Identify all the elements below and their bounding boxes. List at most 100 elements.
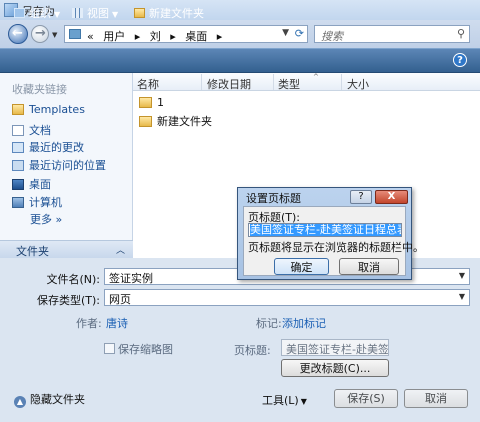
sidebar-item-label: 文档 [29, 124, 51, 137]
chevron-down-icon[interactable]: ▼ [459, 292, 465, 301]
list-item[interactable]: 新建文件夹 [139, 113, 212, 129]
author-value[interactable]: 唐诗 [106, 315, 128, 331]
cancel-button[interactable]: 取消 [404, 389, 468, 408]
address-dropdown-icon[interactable]: ▼ [282, 28, 289, 38]
column-name[interactable]: 名称 [137, 76, 159, 92]
save-label: 保存(S) [347, 392, 385, 405]
dialog-cancel-label: 取消 [358, 261, 380, 274]
favorite-links-header: 收藏夹链接 [12, 83, 67, 96]
sort-indicator-icon: ^ [313, 73, 319, 81]
breadcrumb-liu[interactable]: 刘 [150, 30, 161, 43]
page-title-input[interactable]: 美国签证专栏-赴美签证日程总表实例 [248, 223, 402, 237]
hide-folders-button[interactable]: ▲ 隐藏文件夹 [14, 391, 85, 408]
set-page-title-dialog: 设置页标题 ? X 页标题(T): 美国签证专栏-赴美签证日程总表实例 页标题将… [237, 187, 424, 280]
column-divider[interactable] [273, 74, 274, 90]
sidebar-item-label: 最近的更改 [29, 141, 84, 154]
folders-toggle[interactable]: 文件夹 ︿ [0, 240, 133, 258]
filename-value: 签证实例 [109, 272, 153, 285]
desktop-icon [12, 179, 24, 190]
sidebar-item-label: 桌面 [29, 178, 51, 191]
sidebar-item-label: 最近访问的位置 [29, 159, 106, 172]
help-icon[interactable]: ? [453, 53, 467, 67]
history-dropdown-icon[interactable]: ▼ [52, 31, 57, 39]
ok-label: 确定 [290, 261, 313, 274]
dialog-body: 页标题(T): 美国签证专栏-赴美签证日程总表实例 页标题将显示在浏览器的标题栏… [243, 206, 424, 276]
breadcrumb-desktop[interactable]: 桌面 [185, 30, 207, 43]
page-title-input-value: 美国签证专栏-赴美签证日程总表实例 [250, 224, 401, 236]
back-button[interactable]: ← [8, 24, 28, 44]
more-links[interactable]: 更多 » [30, 211, 62, 227]
sidebar-item-computer[interactable]: 计算机 [12, 194, 62, 210]
save-type-label: 保存类型(T): [36, 294, 100, 307]
search-icon[interactable]: ⚲ [457, 27, 465, 40]
folder-icon [12, 104, 24, 115]
list-item[interactable]: 1 [139, 96, 164, 109]
sidebar-item-label: Templates [29, 103, 85, 116]
chevron-up-icon: ▲ [14, 396, 26, 408]
breadcrumb-sep[interactable]: ▸ [135, 30, 141, 43]
dialog-help-button[interactable]: ? [350, 190, 372, 204]
search-box[interactable]: 搜索 ⚲ [314, 25, 470, 43]
page-title-value: 美国签证专栏-赴美签证 [286, 343, 389, 356]
forward-button[interactable]: → [31, 25, 49, 43]
breadcrumb-users[interactable]: 用户 [103, 30, 125, 43]
page-title-note: 页标题将显示在浏览器的标题栏中。 [248, 241, 424, 254]
command-toolbar [0, 48, 480, 73]
save-type-select[interactable]: 网页 ▼ [104, 289, 470, 306]
back-arrow-icon: ← [12, 26, 23, 41]
save-button[interactable]: 保存(S) [334, 389, 398, 408]
folders-label: 文件夹 [16, 245, 49, 258]
hide-folders-label: 隐藏文件夹 [30, 393, 85, 406]
views-button[interactable]: 视图 ▼ [72, 5, 118, 21]
refresh-icon[interactable]: ⟳ [295, 27, 304, 40]
cancel-label: 取消 [425, 392, 447, 405]
tools-menu[interactable]: 工具(L) ▼ [262, 392, 307, 408]
new-folder-button[interactable]: 新建文件夹 [134, 5, 204, 21]
chevron-up-icon: ︿ [116, 246, 126, 256]
dropdown-arrow-icon: ▼ [112, 10, 119, 19]
folder-icon [139, 97, 152, 108]
dropdown-arrow-icon: ▼ [54, 10, 61, 19]
column-type[interactable]: 类型 [278, 76, 300, 92]
organize-label: 组织 [29, 7, 51, 20]
sidebar-item-templates[interactable]: Templates [12, 103, 85, 116]
breadcrumb: « 用户 ▸ 刘 ▸ 桌面 ▸ [87, 28, 228, 44]
search-placeholder: 搜索 [321, 30, 343, 43]
organize-button[interactable]: 组织 ▼ [14, 5, 60, 21]
dialog-cancel-button[interactable]: 取消 [339, 258, 399, 275]
breadcrumb-sep[interactable]: ▸ [170, 30, 176, 43]
add-tags-link[interactable]: 添加标记 [282, 315, 326, 331]
save-thumbnail-checkbox[interactable] [104, 343, 115, 354]
breadcrumb-overflow[interactable]: « [87, 30, 94, 43]
sidebar-item-desktop[interactable]: 桌面 [12, 176, 51, 192]
list-item-label: 1 [157, 96, 164, 109]
column-divider[interactable] [341, 74, 342, 90]
sidebar-item-documents[interactable]: 文档 [12, 122, 51, 138]
views-label: 视图 [87, 7, 109, 20]
column-header: 名称 ^ 修改日期 类型 大小 [133, 73, 480, 91]
save-thumbnail-label: 保存缩略图 [118, 343, 173, 356]
list-item-label: 新建文件夹 [157, 115, 212, 128]
save-type-value: 网页 [109, 293, 131, 306]
dialog-title: 设置页标题 [246, 192, 301, 205]
address-bar[interactable]: « 用户 ▸ 刘 ▸ 桌面 ▸ ▼ ⟳ [64, 25, 308, 43]
folder-icon [139, 116, 152, 127]
filename-label: 文件名(N): [46, 273, 100, 286]
folder-icon [69, 29, 81, 39]
column-divider[interactable] [201, 74, 202, 90]
new-folder-label: 新建文件夹 [149, 7, 204, 20]
views-icon [72, 8, 83, 18]
sidebar-item-recent-changes[interactable]: 最近的更改 [12, 139, 84, 155]
column-modified-date[interactable]: 修改日期 [207, 76, 251, 92]
tags-label: 标记: [256, 317, 282, 330]
page-title-field: 美国签证专栏-赴美签证 [281, 339, 389, 356]
sidebar-item-recent-places[interactable]: 最近访问的位置 [12, 157, 106, 173]
new-folder-icon [134, 8, 145, 18]
column-size[interactable]: 大小 [347, 76, 369, 92]
dialog-close-button[interactable]: X [375, 190, 408, 204]
breadcrumb-sep[interactable]: ▸ [217, 30, 223, 43]
ok-button[interactable]: 确定 [274, 258, 329, 275]
change-title-button[interactable]: 更改标题(C)... [281, 359, 389, 377]
chevron-down-icon[interactable]: ▼ [459, 271, 465, 280]
author-label: 作者: [76, 317, 102, 330]
